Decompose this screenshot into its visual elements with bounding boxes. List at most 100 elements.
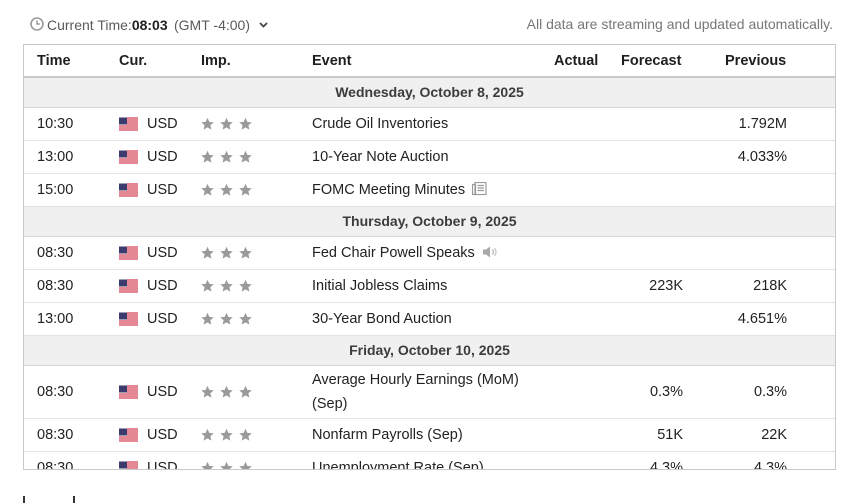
importance-stars [200,279,253,294]
event-time: 15:00 [37,182,74,198]
event-name-text[interactable]: Fed Chair Powell Speaks [312,245,475,261]
event-time: 08:30 [37,245,74,261]
us-flag-icon [119,279,138,293]
column-importance[interactable]: Imp. [201,53,231,69]
importance-stars [200,183,253,198]
event-previous: 4.651% [737,311,787,327]
event-name[interactable]: Nonfarm Payrolls (Sep) [312,423,542,447]
star-icon [239,150,252,163]
event-name-text[interactable]: Nonfarm Payrolls (Sep) [312,427,463,443]
star-icon [239,385,252,398]
star-icon [239,246,252,259]
event-row[interactable]: 08:30 USD Fed Chair Powell Speaks [24,237,835,270]
event-time: 13:00 [37,311,74,327]
event-name-text[interactable]: Initial Jobless Claims [312,278,447,294]
chevron-down-icon[interactable] [259,22,268,28]
star-icon [201,428,214,441]
event-name[interactable]: Crude Oil Inventories [312,112,542,136]
event-name[interactable]: FOMC Meeting Minutes [312,178,542,202]
event-time: 08:30 [37,427,74,443]
us-flag-icon [119,150,138,164]
event-forecast: 4.3% [649,460,683,470]
us-flag-icon [119,117,138,131]
event-currency: USD [147,460,178,470]
event-row[interactable]: 08:30 USD Unemployment Rate (Sep) 4.3% 4.3% [24,452,835,470]
timezone-selector[interactable]: (GMT -4:00) [174,17,250,33]
event-row[interactable]: 08:30 USD Initial Jobless Claims 223K 218K [24,270,835,303]
importance-stars [200,461,253,469]
event-name-text[interactable]: 10-Year Note Auction [312,149,449,165]
event-name-text[interactable]: Crude Oil Inventories [312,116,448,132]
event-row[interactable]: 13:00 USD 10-Year Note Auction 4.033% [24,141,835,174]
event-previous: 4.033% [737,149,787,165]
importance-stars [200,246,253,261]
event-name[interactable]: Average Hourly Earnings (MoM) (Sep) [312,368,542,416]
star-icon [220,312,233,325]
event-name[interactable]: Fed Chair Powell Speaks [312,241,542,265]
event-currency: USD [147,182,178,198]
day-header: Wednesday, October 8, 2025 [24,78,835,108]
event-currency: USD [147,311,178,327]
event-name-text[interactable]: FOMC Meeting Minutes [312,182,465,198]
event-name-text[interactable]: Average Hourly Earnings (MoM) (Sep) [312,372,519,412]
event-currency: USD [147,427,178,443]
us-flag-icon [119,385,138,399]
importance-stars [200,117,253,132]
event-currency: USD [147,116,178,132]
event-name-text[interactable]: 30-Year Bond Auction [312,311,452,327]
event-row[interactable]: 08:30 USD Nonfarm Payrolls (Sep) 51K 22K [24,419,835,452]
event-name[interactable]: Unemployment Rate (Sep) [312,456,542,469]
event-currency: USD [147,149,178,165]
legend-hint [23,496,75,503]
speaker-icon[interactable] [482,245,498,259]
day-header: Thursday, October 9, 2025 [24,207,835,237]
event-name[interactable]: 10-Year Note Auction [312,145,542,169]
star-icon [201,150,214,163]
event-previous: 4.3% [753,460,787,470]
event-name-text[interactable]: Unemployment Rate (Sep) [312,460,484,469]
event-currency: USD [147,384,178,400]
star-icon [201,461,214,469]
star-icon [220,183,233,196]
star-icon [201,279,214,292]
star-icon [220,117,233,130]
column-currency[interactable]: Cur. [119,53,147,69]
event-row[interactable]: 15:00 USD FOMC Meeting Minutes [24,174,835,207]
column-time[interactable]: Time [37,53,71,69]
column-event[interactable]: Event [312,53,352,69]
document-icon[interactable] [472,182,487,196]
event-row[interactable]: 08:30 USD Average Hourly Earnings (MoM) (S… [24,366,835,419]
event-row[interactable]: 13:00 USD 30-Year Bond Auction 4.651% [24,303,835,336]
star-icon [201,246,214,259]
event-currency: USD [147,278,178,294]
table-header: Time Cur. Imp. Event Actual Forecast Pre… [24,45,835,78]
event-previous: 218K [753,278,787,294]
economic-calendar-table: Time Cur. Imp. Event Actual Forecast Pre… [23,44,836,470]
event-time: 10:30 [37,116,74,132]
current-time: Current Time:08:03 [47,17,168,33]
column-previous[interactable]: Previous [725,53,786,69]
star-icon [239,461,252,469]
us-flag-icon [119,461,138,469]
event-previous: 1.792M [738,116,787,132]
star-icon [239,279,252,292]
event-previous: 0.3% [753,384,787,400]
star-icon [239,428,252,441]
us-flag-icon [119,183,138,197]
star-icon [201,385,214,398]
table-body: Wednesday, October 8, 2025 10:30 USD Crude … [24,78,835,470]
day-header: Friday, October 10, 2025 [24,336,835,366]
star-icon [220,428,233,441]
importance-stars [200,428,253,443]
column-forecast[interactable]: Forecast [621,53,681,69]
event-name[interactable]: Initial Jobless Claims [312,274,542,298]
star-icon [220,385,233,398]
top-bar: Current Time:08:03 (GMT -4:00) All data … [30,14,833,36]
event-row[interactable]: 10:30 USD Crude Oil Inventories 1.792M [24,108,835,141]
event-previous: 22K [761,427,787,443]
event-name[interactable]: 30-Year Bond Auction [312,307,542,331]
star-icon [220,279,233,292]
current-time-value: 08:03 [131,17,168,33]
star-icon [220,246,233,259]
column-actual[interactable]: Actual [554,53,598,69]
